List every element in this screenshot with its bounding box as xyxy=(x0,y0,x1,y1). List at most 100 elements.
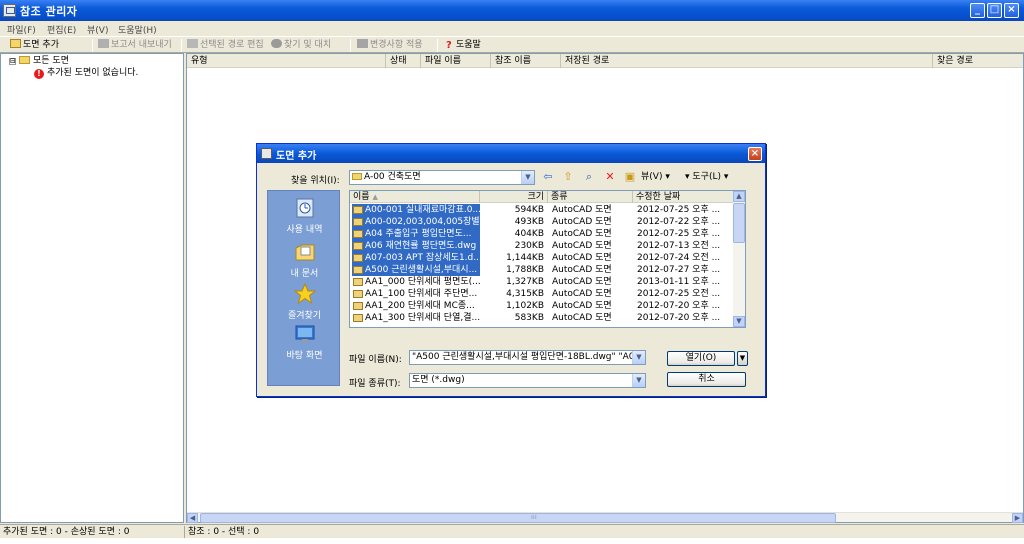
file-name-cell: AA1_300 단위세대 단열,결... xyxy=(352,312,480,324)
col-type[interactable]: 유형 xyxy=(187,54,386,68)
dwg-file-icon xyxy=(353,218,363,226)
help-icon: ? xyxy=(446,40,452,51)
error-icon: ! xyxy=(34,69,44,79)
collapse-icon[interactable]: ⊟ xyxy=(9,58,16,65)
file-size-cell: 594KB xyxy=(514,205,544,215)
horizontal-scrollbar[interactable]: ◀ ⁞⁞⁞ ▶ xyxy=(187,512,1023,523)
file-size-cell: 404KB xyxy=(514,229,544,239)
close-button[interactable]: × xyxy=(1004,3,1019,18)
file-type-cell: AutoCAD 도면 xyxy=(552,217,612,227)
look-in-combo[interactable]: A-00 건축도면 ▼ xyxy=(349,170,535,185)
scroll-up-arrow[interactable]: ▲ xyxy=(733,191,745,202)
toolbar: 도면 추가 보고서 내보내기 선택된 경로 편집 찾기 및 대치 변경사항 적용… xyxy=(0,36,1024,53)
col-kind[interactable]: 종류 xyxy=(548,191,633,203)
dwg-file-icon xyxy=(353,302,363,310)
file-name-cell: A00-001 실내재료마감표.0... xyxy=(352,204,480,216)
col-file-name[interactable]: 파일 이름 xyxy=(421,54,491,68)
new-folder-icon[interactable]: ▣ xyxy=(623,170,637,184)
open-button[interactable]: 열기(O) xyxy=(667,351,735,366)
col-size[interactable]: 크기 xyxy=(480,191,548,203)
help-button[interactable]: ? 도움말 xyxy=(446,39,481,52)
file-date-cell: 2012-07-24 오전 ... xyxy=(637,253,721,263)
file-size-cell: 493KB xyxy=(514,217,544,227)
place-my-documents[interactable]: 내 문서 xyxy=(268,241,341,279)
file-row[interactable]: A06 재연현률 평단면도.dwg 230KB AutoCAD 도면 2012-07-… xyxy=(350,240,735,252)
file-size-cell: 1,327KB xyxy=(506,277,544,287)
dialog-title-bar: 도면 추가 × xyxy=(257,144,765,163)
file-type-cell: AutoCAD 도면 xyxy=(552,241,612,251)
search-icon[interactable]: ⌕ xyxy=(582,170,596,184)
scroll-thumb[interactable]: ⁞⁞⁞ xyxy=(200,513,836,523)
tree-root-all-drawings[interactable]: ⊟ 모든 도면 xyxy=(9,55,69,67)
export-report-button[interactable]: 보고서 내보내기 xyxy=(98,39,172,52)
vscroll-thumb[interactable] xyxy=(733,203,745,243)
cancel-button[interactable]: 취소 xyxy=(667,372,746,387)
tools-menu[interactable]: ▾ 도구(L) ▾ xyxy=(685,171,728,183)
minimize-button[interactable]: _ xyxy=(970,3,985,18)
menu-file[interactable]: 파일(F) xyxy=(7,23,36,36)
file-row[interactable]: AA1_000 단위세대 평면도(... 1,327KB AutoCAD 도면 201… xyxy=(350,276,735,288)
places-bar: 사용 내역 내 문서 즐겨찾기 바탕 화면 xyxy=(267,190,340,386)
col-reference-name[interactable]: 참조 이름 xyxy=(491,54,561,68)
col-found-path[interactable]: 찾은 경로 xyxy=(933,54,1023,68)
file-date-cell: 2012-07-25 오후 ... xyxy=(637,205,721,215)
drawing-tree[interactable]: ⊟ 모든 도면 ! 추가된 도면이 없습니다. xyxy=(0,53,184,523)
file-list-header: 이름 ▲ 크기 종류 수정한 날짜 xyxy=(350,191,735,203)
find-replace-button[interactable]: 찾기 및 대치 xyxy=(271,39,331,52)
menu-view[interactable]: 뷰(V) xyxy=(87,23,108,36)
file-row[interactable]: A07-003 APT 잡상세도1.d... 1,144KB AutoCAD 도면 2… xyxy=(350,252,735,264)
file-list[interactable]: 이름 ▲ 크기 종류 수정한 날짜 A00-001 실내재료마감표.0... 59… xyxy=(349,190,746,328)
menu-help[interactable]: 도움말(H) xyxy=(118,23,157,36)
scroll-right-arrow[interactable]: ▶ xyxy=(1012,513,1023,523)
view-menu[interactable]: 뷰(V) ▾ xyxy=(641,171,670,183)
open-options-dropdown[interactable]: ▼ xyxy=(737,351,748,366)
file-date-cell: 2012-07-25 오후 ... xyxy=(637,229,721,239)
save-icon xyxy=(357,39,368,48)
col-saved-path[interactable]: 저장된 경로 xyxy=(561,54,933,68)
file-row[interactable]: A04 주출입구 평입단면도... 404KB AutoCAD 도면 2012-07-… xyxy=(350,228,735,240)
chevron-down-icon[interactable]: ▼ xyxy=(521,171,534,184)
dwg-file-icon xyxy=(353,278,363,286)
chevron-down-icon[interactable]: ▼ xyxy=(632,351,645,364)
up-folder-icon[interactable]: ⇧ xyxy=(561,170,575,184)
look-in-label: 찾을 위치(I): xyxy=(291,176,340,186)
file-size-cell: 1,788KB xyxy=(506,265,544,275)
file-date-cell: 2012-07-20 오후 ... xyxy=(637,301,721,311)
chevron-down-icon[interactable]: ▼ xyxy=(632,374,645,387)
dwg-file-icon xyxy=(353,254,363,262)
col-status[interactable]: 상태 xyxy=(386,54,421,68)
place-history[interactable]: 사용 내역 xyxy=(268,197,341,235)
file-row[interactable]: AA1_300 단위세대 단열,결... 583KB AutoCAD 도면 2012-… xyxy=(350,312,735,324)
dwg-file-icon xyxy=(353,230,363,238)
file-row[interactable]: A00-002,003,004,005창별... 493KB AutoCAD 도면 2… xyxy=(350,216,735,228)
add-drawing-button[interactable]: 도면 추가 xyxy=(10,39,59,52)
title-bar: 참조 관리자 _ □ × xyxy=(0,0,1024,21)
maximize-button[interactable]: □ xyxy=(987,3,1002,18)
back-icon[interactable]: ⇦ xyxy=(541,170,555,184)
col-name[interactable]: 이름 ▲ xyxy=(350,191,480,203)
dialog-close-button[interactable]: × xyxy=(748,147,762,161)
delete-icon[interactable]: ✕ xyxy=(603,170,617,184)
file-row[interactable]: A500 근린생활시설,부대시... 1,788KB AutoCAD 도면 2012-… xyxy=(350,264,735,276)
edit-path-button[interactable]: 선택된 경로 편집 xyxy=(187,39,264,52)
file-row[interactable]: AA1_100 단위세대 주단면... 4,315KB AutoCAD 도면 2012… xyxy=(350,288,735,300)
file-date-cell: 2012-07-22 오후 ... xyxy=(637,217,721,227)
col-modified[interactable]: 수정한 날짜 xyxy=(633,191,735,203)
file-row[interactable]: AA1_200 단위세대 MC종... 1,102KB AutoCAD 도면 2012… xyxy=(350,300,735,312)
apply-changes-button[interactable]: 변경사항 적용 xyxy=(357,39,423,52)
file-name-cell: A00-002,003,004,005창별... xyxy=(352,216,480,228)
file-type-select[interactable]: 도면 (*.dwg) ▼ xyxy=(409,373,646,388)
vertical-scrollbar[interactable]: ▲ ▼ xyxy=(733,191,745,327)
desktop-icon xyxy=(295,325,314,342)
place-desktop[interactable]: 바탕 화면 xyxy=(268,323,341,361)
scroll-left-arrow[interactable]: ◀ xyxy=(187,513,198,523)
add-drawing-dialog: 도면 추가 × 찾을 위치(I): A-00 건축도면 ▼ ⇦ ⇧ ⌕ ✕ ▣ … xyxy=(256,143,766,397)
folder-add-icon xyxy=(10,39,21,48)
scroll-down-arrow[interactable]: ▼ xyxy=(733,316,745,327)
file-row[interactable]: A00-001 실내재료마감표.0... 594KB AutoCAD 도면 2012-… xyxy=(350,204,735,216)
menu-edit[interactable]: 편집(E) xyxy=(47,23,76,36)
folder-icon xyxy=(19,56,30,64)
file-name-input[interactable]: "A500 근린생활시설,부대시설 평입단면-18BL.dwg" "A00- ▼ xyxy=(409,350,646,365)
file-type-cell: AutoCAD 도면 xyxy=(552,301,612,311)
place-favorites[interactable]: 즐겨찾기 xyxy=(268,283,341,321)
